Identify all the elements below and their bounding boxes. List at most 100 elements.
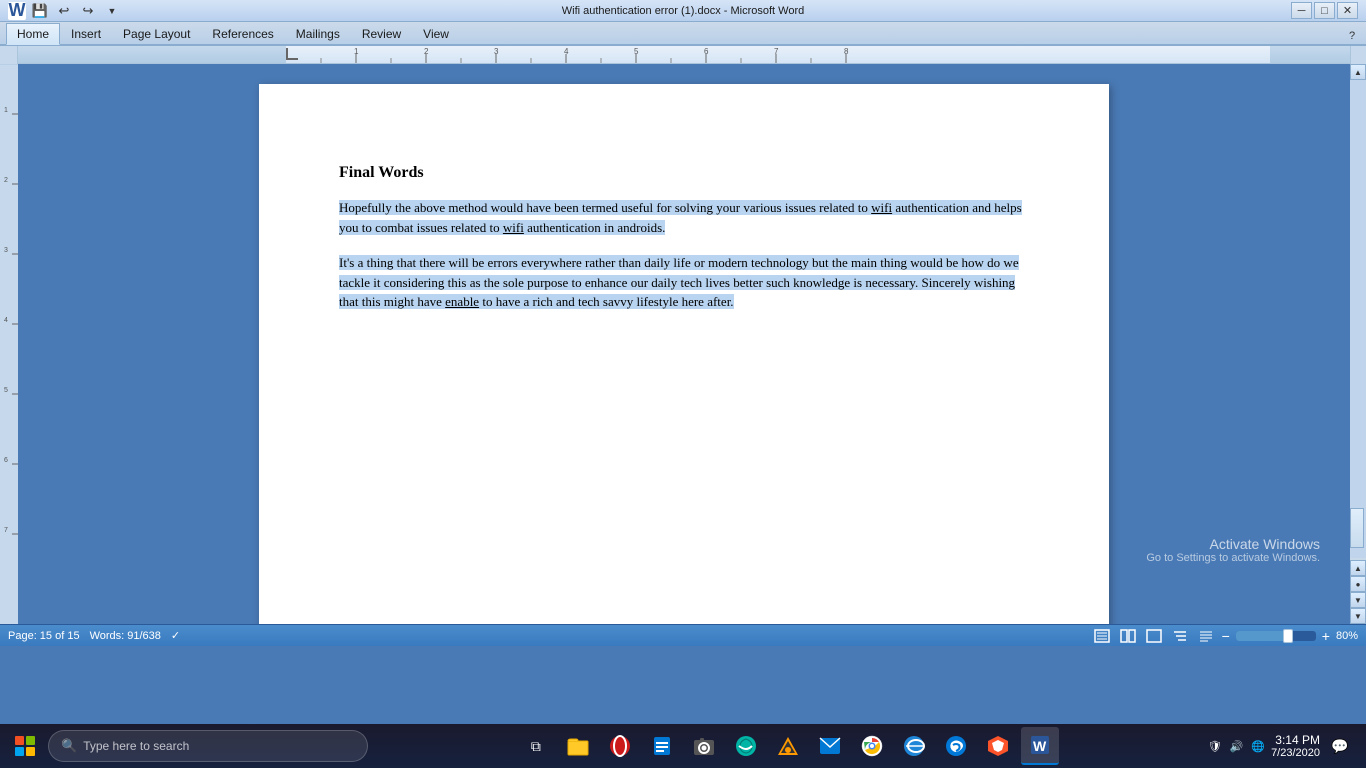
document-page: Final Words Hopefully the above method w… (259, 84, 1109, 624)
notification-btn[interactable]: 💬 (1326, 732, 1354, 760)
ruler-corner[interactable] (0, 46, 18, 64)
camera-icon[interactable] (685, 727, 723, 765)
chrome-icon[interactable] (853, 727, 891, 765)
scroll-up-btn[interactable]: ▲ (1350, 64, 1366, 80)
status-left: Page: 15 of 15 Words: 91/638 ✓ (8, 629, 180, 642)
opera-icon[interactable] (601, 727, 639, 765)
search-icon: 🔍 (61, 738, 77, 754)
tab-view[interactable]: View (412, 23, 460, 44)
zoom-level[interactable]: 80% (1336, 630, 1358, 642)
svg-text:5: 5 (634, 47, 639, 56)
activate-subtitle: Go to Settings to activate Windows. (1146, 552, 1320, 564)
print-layout-btn[interactable] (1092, 628, 1112, 644)
v-ruler-ticks: 1 2 3 4 5 6 7 (0, 64, 18, 624)
title-bar-left: W 💾 ↩ ↪ ▼ (8, 1, 122, 21)
taskbar-search-box[interactable]: 🔍 Type here to search (48, 730, 368, 762)
undo-quick-btn[interactable]: ↩ (54, 1, 74, 21)
vertical-ruler: 1 2 3 4 5 6 7 (0, 64, 18, 624)
horizontal-ruler: 1 2 3 4 5 6 7 8 (18, 46, 1350, 64)
title-bar: W 💾 ↩ ↪ ▼ Wifi authentication error (1).… (0, 0, 1366, 22)
search-placeholder: Type here to search (83, 739, 189, 753)
window-controls: ─ □ ✕ (1291, 2, 1358, 19)
zoom-in-btn[interactable]: + (1322, 628, 1330, 644)
svg-text:7: 7 (4, 527, 8, 534)
vlc-icon[interactable] (769, 727, 807, 765)
ruler-row: 1 2 3 4 5 6 7 8 (0, 46, 1366, 64)
restore-button[interactable]: □ (1314, 2, 1335, 19)
brave-icon[interactable] (979, 727, 1017, 765)
select-browse-btn[interactable]: ● (1350, 576, 1366, 592)
spellcheck-icon[interactable]: ✓ (171, 629, 180, 642)
clock-display[interactable]: 3:14 PM 7/23/2020 (1271, 733, 1320, 759)
full-reading-btn[interactable] (1118, 628, 1138, 644)
tab-stop[interactable] (286, 48, 298, 60)
word-taskbar-icon[interactable]: W (1021, 727, 1059, 765)
prev-page-btn[interactable]: ▲ (1350, 560, 1366, 576)
ruler-left-margin (18, 46, 286, 63)
file-explorer-icon[interactable] (559, 727, 597, 765)
edge-icon[interactable] (937, 727, 975, 765)
start-button[interactable] (4, 727, 46, 765)
files-icon[interactable] (643, 727, 681, 765)
activate-title: Activate Windows (1146, 536, 1320, 552)
mail-icon[interactable] (811, 727, 849, 765)
tray-icons: 🛡 🔊 🌐 (1208, 740, 1265, 753)
page-info: Page: 15 of 15 (8, 630, 80, 642)
redo-quick-btn[interactable]: ↪ (78, 1, 98, 21)
outline-btn[interactable] (1170, 628, 1190, 644)
draft-btn[interactable] (1196, 628, 1216, 644)
windows-logo (15, 736, 35, 756)
task-view-icon[interactable]: ⧉ (517, 727, 555, 765)
minimize-button[interactable]: ─ (1291, 2, 1312, 19)
scroll-down-btn[interactable]: ▼ (1350, 608, 1366, 624)
scroll-track[interactable] (1350, 80, 1366, 558)
tab-review[interactable]: Review (351, 23, 412, 44)
web-layout-btn[interactable] (1144, 628, 1164, 644)
tab-page-layout[interactable]: Page Layout (112, 23, 201, 44)
svg-text:6: 6 (4, 457, 8, 464)
svg-text:3: 3 (494, 47, 499, 56)
vertical-scrollbar[interactable]: ▲ ▲ ● ▼ ▼ (1350, 64, 1366, 624)
system-tray: 🛡 🔊 🌐 3:14 PM 7/23/2020 💬 (1208, 732, 1362, 760)
word-logo: W (8, 2, 26, 20)
tab-home[interactable]: Home (6, 23, 60, 45)
status-bar: Page: 15 of 15 Words: 91/638 ✓ (0, 624, 1366, 646)
network-tray-icon[interactable]: 🌐 (1251, 740, 1265, 753)
taskbar-icons: ⧉ (370, 727, 1206, 765)
close-button[interactable]: ✕ (1337, 2, 1358, 19)
dropdown-quick-btn[interactable]: ▼ (102, 1, 122, 21)
words-info: Words: 91/638 (90, 630, 161, 642)
status-right: − + 80% (1092, 628, 1358, 644)
scroll-thumb[interactable] (1350, 508, 1364, 548)
svg-text:8: 8 (844, 47, 849, 56)
paragraph-2-text: It's a thing that there will be errors e… (339, 255, 1019, 309)
window-title: Wifi authentication error (1).docx - Mic… (562, 5, 804, 17)
svg-text:1: 1 (354, 47, 359, 56)
svg-text:1: 1 (4, 107, 8, 114)
ribbon-tabs: Home Insert Page Layout References Maili… (0, 22, 1366, 44)
tab-mailings[interactable]: Mailings (285, 23, 351, 44)
next-page-btn[interactable]: ▼ (1350, 592, 1366, 608)
zoom-slider[interactable] (1236, 631, 1316, 641)
paragraph-2-block: It's a thing that there will be errors e… (339, 253, 1029, 312)
paragraph-1-text: Hopefully the above method would have be… (339, 200, 1022, 235)
edge-chromium-icon[interactable] (727, 727, 765, 765)
speaker-tray-icon[interactable]: 🔊 (1230, 740, 1244, 753)
tab-references[interactable]: References (201, 23, 284, 44)
shield-tray-icon[interactable]: 🛡 (1208, 740, 1222, 753)
clock-date: 7/23/2020 (1271, 747, 1320, 759)
ruler-ticks: 1 2 3 4 5 6 7 8 (286, 46, 1270, 63)
ribbon-help-btn[interactable]: ? (1344, 28, 1360, 44)
svg-text:2: 2 (4, 177, 8, 184)
svg-text:4: 4 (4, 317, 8, 324)
svg-text:5: 5 (4, 387, 8, 394)
save-quick-btn[interactable]: 💾 (30, 1, 50, 21)
svg-text:3: 3 (4, 247, 8, 254)
clock-time: 3:14 PM (1271, 733, 1320, 747)
zoom-out-btn[interactable]: − (1222, 628, 1230, 644)
document-area[interactable]: Final Words Hopefully the above method w… (18, 64, 1350, 624)
ie-icon[interactable] (895, 727, 933, 765)
main-content: 1 2 3 4 5 6 7 Final Words Hopefully the … (0, 64, 1366, 624)
tab-insert[interactable]: Insert (60, 23, 112, 44)
activate-windows-notice: Activate Windows Go to Settings to activ… (1146, 536, 1320, 564)
